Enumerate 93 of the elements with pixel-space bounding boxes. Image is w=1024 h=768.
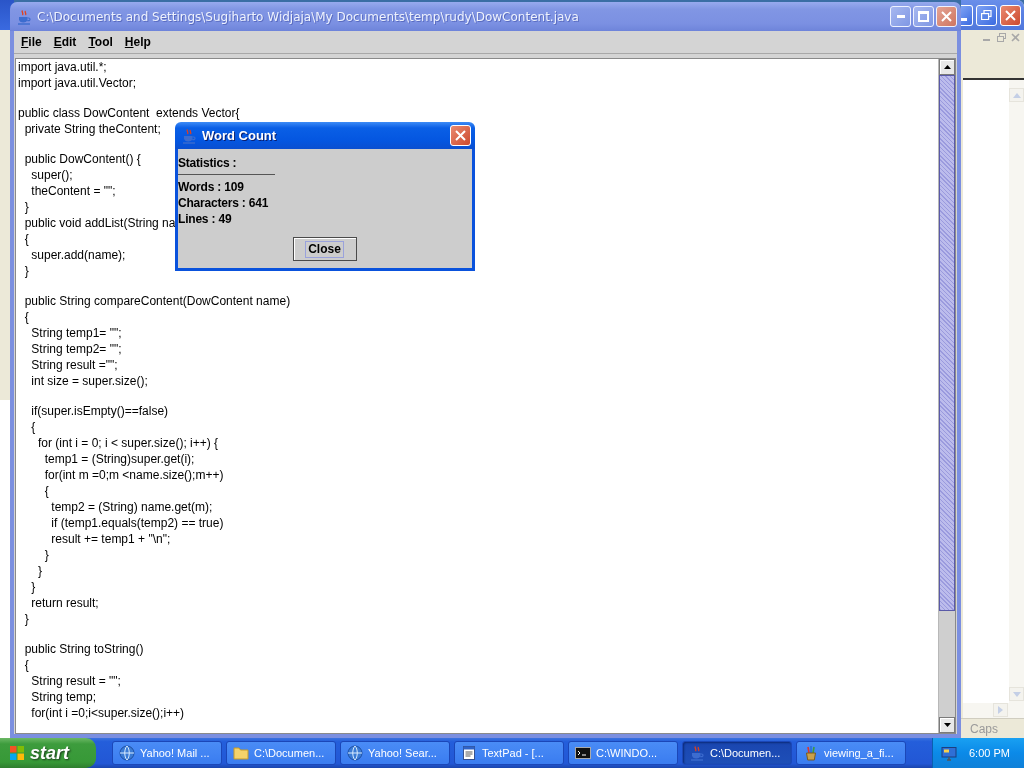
close-icon [941,11,952,22]
code-line: } [23,200,29,214]
menu-item[interactable]: Tool [82,35,119,49]
code-line: temp1 = (String)super.get(i); [43,452,195,466]
document-icon [461,745,477,761]
code-line: public void addList(String na [23,216,176,230]
code-line: { [23,658,29,672]
code-line: public String toString() [23,642,144,656]
scroll-thumb[interactable] [939,75,955,611]
menu-item[interactable]: Help [118,35,157,49]
maximize-button[interactable] [913,6,934,27]
cup-icon [16,8,32,25]
code-line: String result =""; [30,358,118,372]
window-title: C:\Documents and Settings\Sugiharto Widjaja\My Documents\temp\rudy\DowContent.java [37,8,580,26]
code-line: public class DowContent extends Vector{ [18,106,240,120]
maximize-icon [918,11,929,22]
status-text: Caps [970,720,998,738]
code-line: } [30,580,36,594]
minimize-icon [896,15,905,18]
code-line: String result = ""; [30,674,121,688]
taskbar-button[interactable]: Yahoo! Sear... [340,741,450,765]
code-line: for (int i = 0; i < super.size(); i++) { [37,436,219,450]
up-arrow-icon [943,65,951,69]
down-arrow-icon [943,723,951,727]
scroll-up-button[interactable] [939,59,955,75]
taskbar-button[interactable]: C:\WINDO... [568,741,678,765]
statistic-text: Characters : 641 [178,196,269,210]
code-line: { [23,232,29,246]
code-line: return result; [30,596,99,610]
restore-icon [981,10,992,20]
down-arrow-icon [1012,691,1021,697]
code-line: result += temp1 + "\n"; [50,532,171,546]
code-line: import java.util.*; [18,60,107,74]
code-line: { [23,310,29,324]
scroll-down-button[interactable] [939,717,955,733]
restore-button[interactable] [997,33,1006,45]
globe-icon [119,745,135,761]
vertical-scrollbar[interactable] [938,59,955,733]
menu-item[interactable]: File [15,35,48,49]
code-line: super.add(name); [30,248,126,262]
right-arrow-icon [998,706,1003,714]
taskbar-button[interactable]: TextPad - [... [454,741,564,765]
pencil-cup-icon [803,745,819,761]
cup-icon [181,127,197,144]
code-line: for(int m =0;m <name.size();m++) [43,468,224,482]
code-line: import java.util.Vector; [18,76,137,90]
code-line: if(super.isEmpty()==false) [30,404,169,418]
monitor-icon [941,745,957,761]
code-line: { [30,420,36,434]
minimize-button[interactable] [890,6,911,27]
code-line: String temp1= ""; [30,326,122,340]
close-icon [1011,33,1020,42]
code-line: public DowContent() { [23,152,141,166]
start-button[interactable]: start [0,738,96,768]
statistics-heading: Statistics : [178,156,237,170]
code-line: if (temp1.equals(temp2) == true) [50,516,224,530]
close-button[interactable]: Close [292,237,357,261]
taskbar-button[interactable]: C:\Documen... [226,741,336,765]
taskbar-button[interactable]: C:\Documen... [682,741,792,765]
up-arrow-icon [1012,92,1021,98]
statistic-text: Lines : 49 [178,212,232,226]
code-line: { [43,484,49,498]
code-line: } [43,548,49,562]
code-line: } [23,612,29,626]
folder-icon [233,745,249,761]
close-icon [1005,9,1016,21]
taskbar-button[interactable]: viewing_a_fi... [796,741,906,765]
code-line: for(int i =0;i<super.size();i++) [30,706,185,720]
code-line: String temp2= ""; [30,342,122,356]
code-line: private String theContent; [23,122,161,136]
restore-button[interactable] [976,4,997,26]
code-line: theContent = ""; [30,184,116,198]
statistic-text: Words : 109 [178,180,244,194]
clock-text: 6:00 PM [969,745,1010,761]
code-line: temp2 = (String) name.get(m); [50,500,213,514]
code-line: } [23,264,29,278]
close-icon [455,130,466,141]
code-line: super(); [30,168,73,182]
code-line: public String compareContent(DowContent name) [23,294,291,308]
four-tiles-icon [9,745,25,761]
globe-icon [347,745,363,761]
horizontal-scrollbar[interactable] [963,703,1024,718]
terminal-icon [575,745,591,761]
menu-item[interactable]: Edit [47,35,83,49]
minimize-icon [961,17,967,21]
taskbar-button[interactable]: Yahoo! Mail ... [112,741,222,765]
cup-icon [689,745,705,761]
restore-icon [997,33,1006,42]
code-line: String temp; [30,690,97,704]
code-line: } [37,564,42,578]
code-line: int size = super.size(); [30,374,148,388]
close-button[interactable] [936,6,957,27]
dialog-title: Word Count [202,128,278,143]
